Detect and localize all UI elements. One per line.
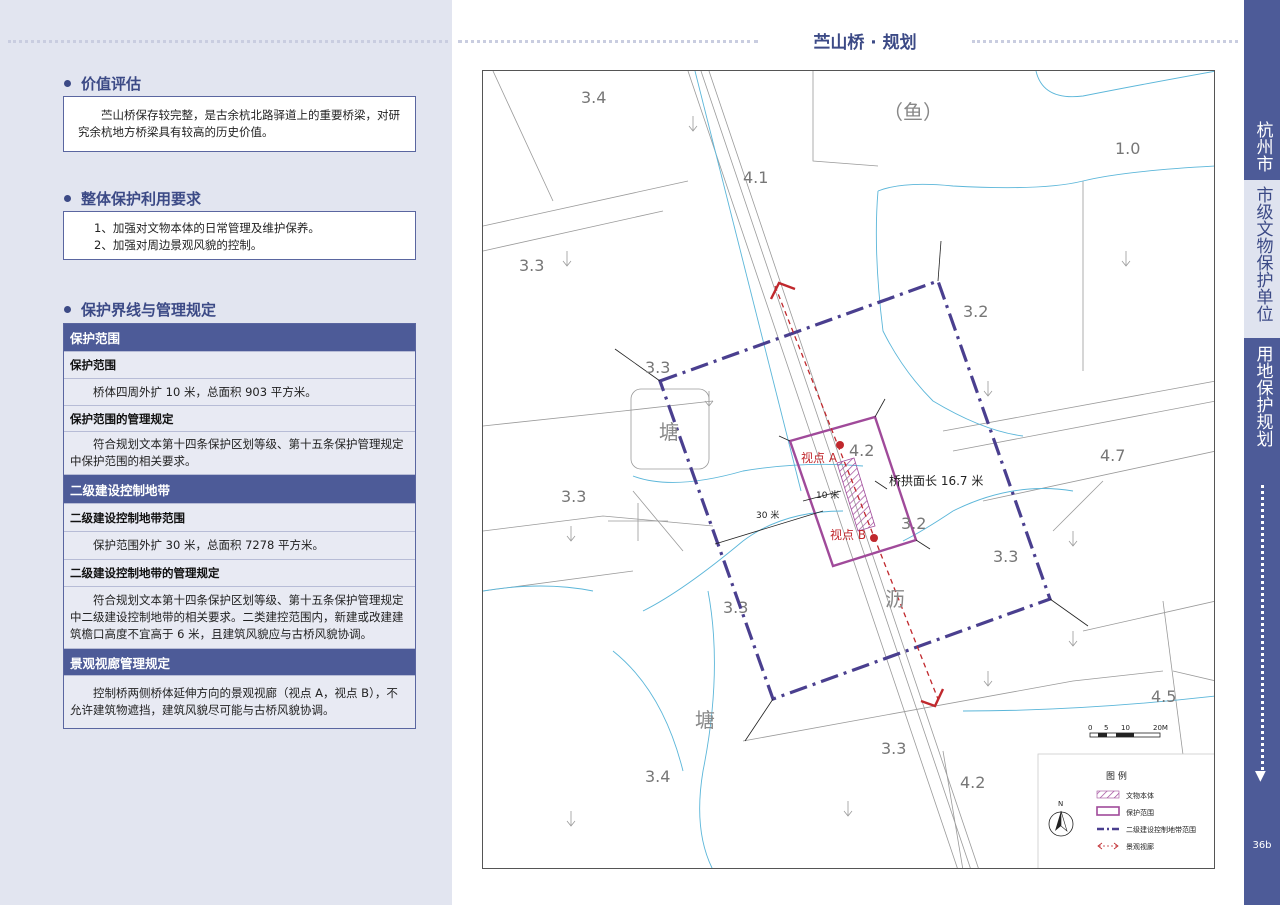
- elevation-label: 3.3: [881, 739, 906, 758]
- section-title-value: 价值评估: [64, 73, 141, 94]
- table-row-text: 保护范围外扩 30 米，总面积 7278 平方米。: [64, 532, 415, 560]
- right-sidebar: 杭州市 市级文物保护单位 用地保护规划 ▼: [1244, 0, 1280, 905]
- legend-item: 二级建设控制地带范围: [1126, 825, 1196, 834]
- viewpoint-a-dot: [836, 441, 844, 449]
- viewpoint-a-label: 视点 A: [801, 450, 838, 465]
- sidebar-item-label: 市级文物保护单位: [1252, 186, 1273, 322]
- elevation-label: 3.2: [963, 302, 988, 321]
- bridge-body: [836, 457, 876, 532]
- scale-label: 5: [1104, 724, 1108, 732]
- section-title-boundary: 保护界线与管理规定: [64, 299, 216, 320]
- elevation-label: 3.4: [645, 767, 670, 786]
- elevation-label: 3.3: [993, 547, 1018, 566]
- table-row-subheading: 保护范围的管理规定: [64, 406, 415, 432]
- elevation-label: 1.0: [1115, 139, 1140, 158]
- bullet-icon: [64, 80, 71, 87]
- scale-label: 10: [1121, 724, 1130, 732]
- table-row-text: 控制桥两侧桥体延伸方向的景观视廊（视点 A，视点 B），不允许建筑物遮挡，建筑风…: [64, 676, 415, 728]
- scale-bar: 0 5 10 20M: [1088, 724, 1168, 738]
- sidebar-item-label: 杭州市: [1252, 121, 1273, 172]
- overall-box: 1、加强对文物本体的日常管理及维护保养。 2、加强对周边景观风貌的控制。: [63, 211, 416, 260]
- table-row-text: 桥体四周外扩 10 米，总面积 903 平方米。: [64, 379, 415, 406]
- sidebar-item-hangzhou[interactable]: 杭州市: [1244, 118, 1280, 176]
- legend-item: 景观视廊: [1126, 842, 1154, 851]
- bullet-icon: [64, 306, 71, 313]
- place-label: （鱼）: [883, 100, 943, 124]
- site-plan-map: 3.4 1.0 4.1 3.3 3.2 3.3 4.2 4.7 3.3 3.2 …: [482, 70, 1215, 869]
- sidebar-item-label: 用地保护规划: [1252, 345, 1273, 447]
- table-row-subheading: 二级建设控制地带的管理规定: [64, 560, 415, 587]
- legend-item: 文物本体: [1126, 791, 1154, 800]
- overall-item: 1、加强对文物本体的日常管理及维护保养。: [94, 221, 320, 235]
- boundary-table: 保护范围 保护范围 桥体四周外扩 10 米，总面积 903 平方米。 保护范围的…: [63, 323, 416, 729]
- value-text: 苎山桥保存较完整，是古余杭北路驿道上的重要桥梁，对研究余杭地方桥梁具有较高的历史…: [78, 108, 400, 139]
- title-dotted-right: [972, 40, 1238, 43]
- viewpoint-b-dot: [870, 534, 878, 542]
- legend-swatch-relic: [1096, 790, 1120, 799]
- page-number: 36b: [1252, 840, 1272, 851]
- legend: 图 例 N 文物本体 保护范围 二级建设控制地带范围 景观视廊: [1037, 753, 1214, 868]
- elevation-label: 3.3: [561, 487, 586, 506]
- table-row-category: 保护范围: [64, 324, 415, 352]
- elevation-label: 3.4: [581, 88, 606, 107]
- table-row-text: 符合规划文本第十四条保护区划等级、第十五条保护管理规定中二级建设控制地带的相关要…: [64, 587, 415, 649]
- viewpoint-b-label: 视点 B: [830, 527, 866, 542]
- section-title-overall: 整体保护利用要求: [64, 188, 201, 209]
- legend-item: 保护范围: [1126, 808, 1154, 817]
- page-title: 苎山桥 · 规划: [813, 33, 917, 53]
- elevation-label: 4.5: [1151, 687, 1176, 706]
- top-dotted-divider: [8, 40, 448, 43]
- scale-label: 20M: [1153, 724, 1168, 732]
- elevation-label: 4.1: [743, 168, 768, 187]
- table-row-text: 符合规划文本第十四条保护区划等级、第十五条保护管理规定中保护范围的相关要求。: [64, 432, 415, 475]
- place-label: 塘: [659, 420, 679, 444]
- value-box: 苎山桥保存较完整，是古余杭北路驿道上的重要桥梁，对研究余杭地方桥梁具有较高的历史…: [63, 96, 416, 152]
- place-label: 塘: [695, 708, 715, 732]
- left-panel: 价值评估 苎山桥保存较完整，是古余杭北路驿道上的重要桥梁，对研究余杭地方桥梁具有…: [0, 0, 452, 905]
- table-row-category: 景观视廊管理规定: [64, 649, 415, 676]
- legend-title: 图 例: [1106, 770, 1127, 782]
- elevation-labels: 3.4 1.0 4.1 3.3 3.2 3.3 4.2 4.7 3.3 3.2 …: [519, 88, 1176, 792]
- elevation-label: 4.2: [960, 773, 985, 792]
- sidebar-dotted-line: [1261, 485, 1264, 770]
- bridge-length-label: 桥拱面长 16.7 米: [889, 474, 983, 488]
- sidebar-item-relic-unit[interactable]: 市级文物保护单位: [1244, 180, 1280, 338]
- table-row-category: 二级建设控制地带: [64, 475, 415, 504]
- bullet-icon: [64, 195, 71, 202]
- elevation-label: 4.2: [849, 441, 874, 460]
- elevation-label: 4.7: [1100, 446, 1125, 465]
- view-arrow-south: [920, 688, 945, 708]
- bridge-leader-line: [874, 480, 888, 490]
- scale-label: 0: [1088, 724, 1092, 732]
- sidebar-item-land-plan[interactable]: 用地保护规划: [1244, 342, 1280, 452]
- elevation-label: 3.3: [723, 598, 748, 617]
- dim-10-label: 10 米: [816, 489, 839, 501]
- map-svg: 3.4 1.0 4.1 3.3 3.2 3.3 4.2 4.7 3.3 3.2 …: [483, 71, 1214, 868]
- title-dotted-left: [458, 40, 758, 43]
- overall-item: 2、加强对周边景观风貌的控制。: [94, 238, 263, 252]
- down-arrow-icon: ▼: [1255, 768, 1266, 784]
- table-row-subheading: 保护范围: [64, 352, 415, 379]
- dim-30-label: 30 米: [756, 509, 779, 521]
- table-row-subheading: 二级建设控制地带范围: [64, 504, 415, 532]
- place-label: 沥: [885, 587, 905, 611]
- elevation-label: 3.2: [901, 514, 926, 533]
- elevation-label: 3.3: [519, 256, 544, 275]
- north-label: N: [1058, 800, 1063, 808]
- elevation-label: 3.3: [645, 358, 670, 377]
